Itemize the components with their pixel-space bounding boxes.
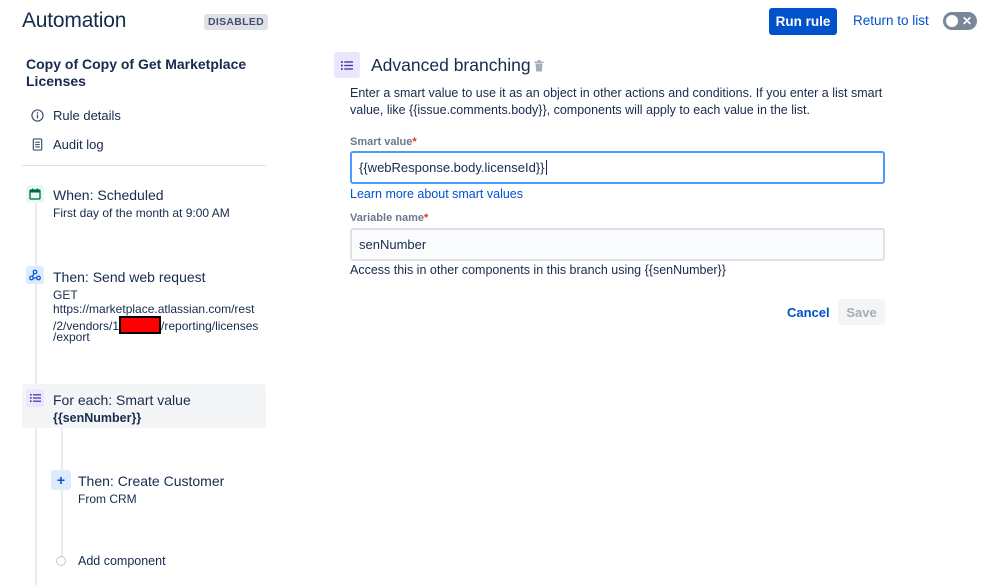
rule-enable-toggle[interactable]: ✕ — [943, 12, 977, 30]
cancel-button[interactable]: Cancel — [780, 299, 837, 325]
foreach-subtitle: {{senNumber}} — [53, 411, 142, 425]
document-icon — [30, 138, 44, 152]
variable-helper-text: Access this in other components in this … — [350, 263, 726, 277]
run-rule-button[interactable]: Run rule — [769, 8, 837, 35]
smart-value-text: {{webResponse.body.licenseId}} — [359, 160, 545, 175]
web-request-method: GET — [53, 288, 78, 302]
trigger-title: When: Scheduled — [53, 187, 164, 203]
learn-more-link[interactable]: Learn more about smart values — [350, 187, 523, 201]
trash-icon[interactable] — [534, 59, 544, 77]
smart-value-label-text: Smart value — [350, 136, 413, 148]
add-component-icon[interactable] — [56, 556, 66, 566]
variable-name-label: Variable name* — [350, 212, 428, 224]
create-customer-step-card[interactable]: + Then: Create Customer From CRM — [48, 468, 266, 508]
smart-value-label: Smart value* — [350, 136, 417, 148]
list-icon — [334, 52, 360, 78]
foreach-title: For each: Smart value — [53, 392, 191, 408]
panel-title: Advanced branching — [371, 55, 531, 75]
variable-name-input[interactable]: senNumber — [350, 228, 885, 261]
sidebar-item-label: Audit log — [53, 137, 104, 152]
redaction-box — [119, 316, 162, 334]
create-customer-title: Then: Create Customer — [78, 473, 225, 489]
web-request-url-line3: /export — [53, 330, 90, 344]
sidebar-item-rule-details[interactable]: Rule details — [30, 108, 121, 123]
smart-value-input[interactable]: {{webResponse.body.licenseId}} — [350, 151, 885, 184]
page-title: Automation — [22, 9, 127, 32]
close-icon: ✕ — [961, 14, 972, 28]
text-caret — [545, 160, 547, 175]
web-request-url-line1: https://marketplace.atlassian.com/rest — [53, 302, 255, 316]
create-customer-subtitle: From CRM — [78, 492, 137, 506]
web-request-step-card[interactable]: Then: Send web request GET https://marke… — [22, 265, 266, 345]
variable-name-label-text: Variable name — [350, 212, 424, 224]
trigger-subtitle: First day of the month at 9:00 AM — [53, 206, 230, 220]
calendar-icon — [26, 185, 44, 203]
url-suffix: /reporting/licenses — [161, 319, 259, 333]
sidebar-item-audit-log[interactable]: Audit log — [30, 137, 104, 152]
status-badge: DISABLED — [204, 14, 269, 30]
return-to-list-link[interactable]: Return to list — [853, 13, 929, 28]
plus-icon: + — [51, 470, 71, 490]
list-icon — [26, 389, 44, 407]
panel-description: Enter a smart value to use it as an obje… — [350, 86, 883, 117]
add-component-link[interactable]: Add component — [78, 554, 166, 568]
rule-name: Copy of Copy of Get Marketplace Licenses — [26, 56, 247, 89]
required-mark: * — [424, 212, 429, 224]
save-button[interactable]: Save — [838, 299, 885, 325]
variable-name-text: senNumber — [359, 237, 427, 252]
sidebar-item-label: Rule details — [53, 108, 121, 123]
webhook-icon — [26, 266, 44, 284]
info-icon — [30, 109, 44, 123]
required-mark: * — [412, 136, 417, 148]
trigger-step-card[interactable]: When: Scheduled First day of the month a… — [22, 184, 266, 224]
web-request-title: Then: Send web request — [53, 269, 206, 285]
toggle-knob — [946, 15, 958, 27]
sidebar-divider — [22, 165, 266, 166]
